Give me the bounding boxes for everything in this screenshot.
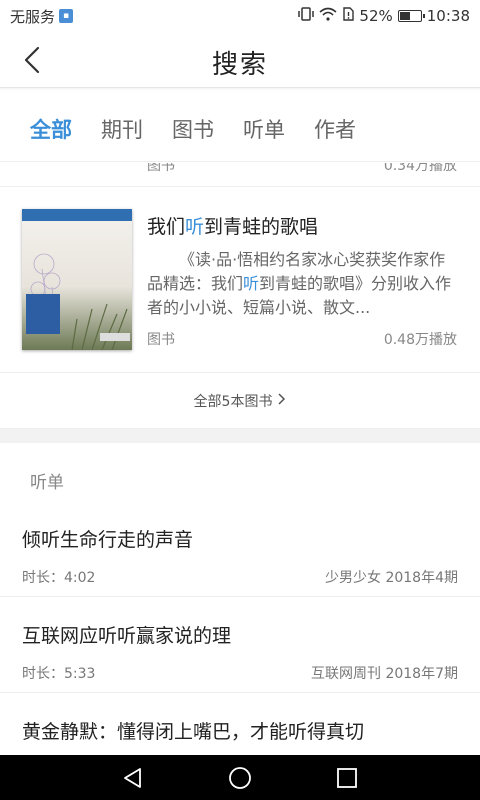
book-result-partial[interactable]: 图书 0.34万播放 [0,163,480,187]
system-nav-bar [0,755,480,800]
playlist-title: 黄金静默：懂得闭上嘴巴，才能听得真切 [22,721,365,743]
chevron-right-icon [278,393,286,409]
tab-periodicals[interactable]: 期刊 [101,114,143,144]
book-type-label: 图书 [147,332,175,348]
book-cover-image [22,209,132,350]
section-divider [0,429,480,443]
playlist-meta: 少男少女 2018年4期 [325,570,458,586]
book-title: 我们听到青蛙的歌唱 [147,212,318,239]
book-plays-label: 0.34万播放 [383,163,457,174]
book-desc-highlight: 听 [243,274,260,293]
status-left: 无服务 ▪ [10,6,74,27]
playlist-duration: 时长：5:33 [22,666,96,682]
book-title-highlight: 听 [185,216,205,238]
playlist-item[interactable]: 黄金静默：懂得闭上嘴巴，才能听得真切 [0,693,480,755]
playlist-item[interactable]: 倾听生命行走的声音 时长：4:02 少男少女 2018年4期 [0,501,480,597]
book-result-card[interactable]: 我们听到青蛙的歌唱 《读·品·悟相约名家冰心奖获奖作家作品精选：我们听到青蛙的歌… [0,188,480,373]
book-title-text-after: 到青蛙的歌唱 [204,216,319,238]
battery-percent: 52% [359,7,393,25]
search-results: 图书 0.34万播放 我们听到青蛙的歌唱 《读·品·悟相约名家冰心奖获奖作家作品… [0,163,480,755]
playlist-title: 倾听生命行走的声音 [22,529,194,551]
sim-icon [342,7,355,25]
triangle-back-icon [124,767,142,788]
status-bar: 无服务 ▪ 52% 10:38 [0,0,480,32]
search-tabs: 全部 期刊 图书 听单 作者 [0,96,480,162]
carrier-label: 无服务 [10,7,56,26]
tab-playlists[interactable]: 听单 [243,114,285,144]
playlist-meta: 互联网周刊 2018年7期 [311,666,458,682]
all-books-label: 全部5本图书 [193,394,273,410]
book-description: 《读·品·悟相约名家冰心奖获奖作家作品精选：我们听到青蛙的歌唱》分别收入作者的小… [147,248,457,320]
circle-home-icon [229,766,251,789]
notification-icon: ▪ [59,9,74,23]
playlist-title: 互联网应听听赢家说的理 [22,625,232,647]
nav-home-button[interactable] [220,758,260,798]
header: 搜索 [0,32,480,88]
tab-authors[interactable]: 作者 [314,114,356,144]
tab-all[interactable]: 全部 [30,114,72,144]
page-title: 搜索 [211,50,268,80]
book-plays-label: 0.48万播放 [383,332,457,348]
vibrate-icon [298,7,315,25]
all-books-link[interactable]: 全部5本图书 [0,374,480,429]
book-type-label: 图书 [147,163,175,174]
playlist-duration: 时长：4:02 [22,570,96,586]
tab-books[interactable]: 图书 [172,114,214,144]
section-title: 听单 [30,473,64,493]
battery-icon [397,10,425,22]
playlist-item[interactable]: 互联网应听听赢家说的理 时长：5:33 互联网周刊 2018年7期 [0,597,480,693]
clock: 10:38 [426,7,470,25]
nav-back-button[interactable] [113,758,153,798]
square-recents-icon [336,767,357,788]
book-title-text: 我们 [147,216,186,238]
nav-recents-button[interactable] [327,758,367,798]
wifi-icon [319,7,337,25]
status-right: 52% 10:38 [298,7,470,25]
